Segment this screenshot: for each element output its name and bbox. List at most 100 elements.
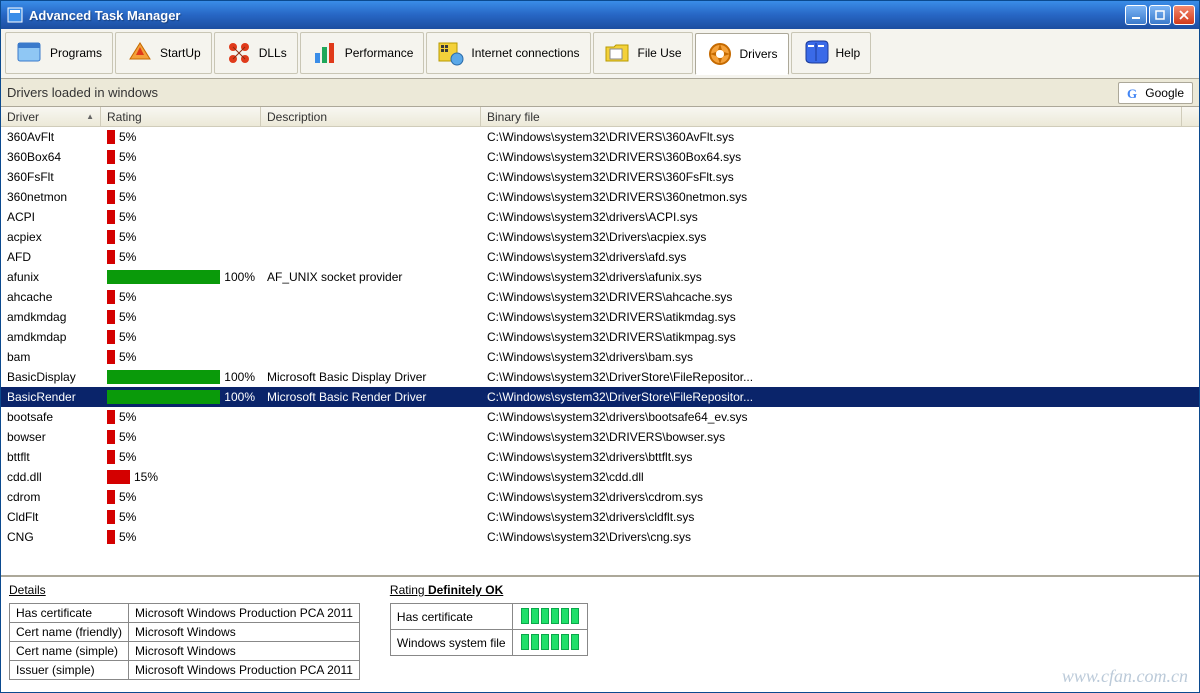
cell-driver: ACPI xyxy=(1,210,101,224)
cell-rating: 100% xyxy=(101,370,261,384)
table-row[interactable]: acpiex5% C:\Windows\system32\Drivers\acpi… xyxy=(1,227,1199,247)
table-row[interactable]: BasicDisplay100%Microsoft Basic Display … xyxy=(1,367,1199,387)
cell-rating: 5% xyxy=(101,530,261,544)
cell-binary: C:\Windows\system32\DriverStore\FileRepo… xyxy=(481,390,1199,404)
table-row[interactable]: cdd.dll15%C:\Windows\system32\cdd.dll xyxy=(1,467,1199,487)
cell-binary: C:\Windows\system32\drivers\afunix.sys xyxy=(481,270,1199,284)
table-row[interactable]: amdkmdap5%C:\Windows\system32\DRIVERS\at… xyxy=(1,327,1199,347)
cell-driver: amdkmdap xyxy=(1,330,101,344)
cell-binary: C:\Windows\system32\DRIVERS\360AvFlt.sys xyxy=(481,130,1199,144)
table-row[interactable]: AFD5%C:\Windows\system32\drivers\afd.sys xyxy=(1,247,1199,267)
rating-table: Has certificateWindows system file xyxy=(390,603,588,656)
cell-driver: 360Box64 xyxy=(1,150,101,164)
google-icon: G xyxy=(1127,86,1141,100)
cell-binary: C:\Windows\system32\drivers\bttflt.sys xyxy=(481,450,1199,464)
cell-binary: C:\Windows\system32\DRIVERS\atikmpag.sys xyxy=(481,330,1199,344)
column-driver[interactable]: Driver▲ xyxy=(1,107,101,126)
cell-driver: acpiex xyxy=(1,230,101,244)
cell-driver: afunix xyxy=(1,270,101,284)
tab-dlls[interactable]: DLLs xyxy=(214,32,298,74)
cell-binary: C:\Windows\system32\DRIVERS\bowser.sys xyxy=(481,430,1199,444)
programs-icon xyxy=(16,39,44,67)
cell-rating: 5% xyxy=(101,410,261,424)
tab-programs[interactable]: Programs xyxy=(5,32,113,74)
table-row[interactable]: bttflt5% C:\Windows\system32\drivers\bttf… xyxy=(1,447,1199,467)
help-icon xyxy=(802,39,830,67)
cell-rating: 5% xyxy=(101,210,261,224)
details-row: Cert name (simple)Microsoft Windows xyxy=(10,642,360,661)
cell-rating: 5% xyxy=(101,450,261,464)
cell-rating: 5% xyxy=(101,230,261,244)
column-rating[interactable]: Rating xyxy=(101,107,261,126)
close-button[interactable] xyxy=(1173,5,1195,25)
minimize-button[interactable] xyxy=(1125,5,1147,25)
cell-binary: C:\Windows\system32\Drivers\cng.sys xyxy=(481,530,1199,544)
tab-startup[interactable]: StartUp xyxy=(115,32,212,74)
table-row[interactable]: bootsafe5%C:\Windows\system32\drivers\bo… xyxy=(1,407,1199,427)
page-subtitle: Drivers loaded in windows xyxy=(7,85,1118,100)
cell-rating: 5% xyxy=(101,150,261,164)
details-row: Issuer (simple)Microsoft Windows Product… xyxy=(10,661,360,680)
cell-binary: C:\Windows\system32\DRIVERS\360netmon.sy… xyxy=(481,190,1199,204)
performance-icon xyxy=(311,39,339,67)
column-binary[interactable]: Binary file xyxy=(481,107,1182,126)
table-header: Driver▲ Rating Description Binary file xyxy=(1,107,1199,127)
cell-driver: amdkmdag xyxy=(1,310,101,324)
cell-driver: BasicDisplay xyxy=(1,370,101,384)
table-row[interactable]: 360netmon5%C:\Windows\system32\DRIVERS\3… xyxy=(1,187,1199,207)
drivers-icon xyxy=(706,40,734,68)
details-table: Has certificateMicrosoft Windows Product… xyxy=(9,603,360,680)
tab-file-use[interactable]: File Use xyxy=(593,32,693,74)
tab-internet-connections[interactable]: Internet connections xyxy=(426,32,590,74)
cell-rating: 5% xyxy=(101,430,261,444)
table-row[interactable]: bowser5%C:\Windows\system32\DRIVERS\bows… xyxy=(1,427,1199,447)
cell-binary: C:\Windows\system32\DRIVERS\360FsFlt.sys xyxy=(481,170,1199,184)
table-row[interactable]: 360FsFlt5%C:\Windows\system32\DRIVERS\36… xyxy=(1,167,1199,187)
dlls-icon xyxy=(225,39,253,67)
cell-binary: C:\Windows\system32\drivers\afd.sys xyxy=(481,250,1199,264)
cell-driver: bttflt xyxy=(1,450,101,464)
table-row[interactable]: CNG5% C:\Windows\system32\Drivers\cng.sys xyxy=(1,527,1199,547)
cell-rating: 5% xyxy=(101,310,261,324)
cell-driver: 360FsFlt xyxy=(1,170,101,184)
app-window: Advanced Task Manager Programs StartUp D… xyxy=(0,0,1200,693)
column-description[interactable]: Description xyxy=(261,107,481,126)
cell-rating: 15% xyxy=(101,470,261,484)
main-toolbar: Programs StartUp DLLs Performance Intern… xyxy=(1,29,1199,79)
cell-driver: bootsafe xyxy=(1,410,101,424)
cell-binary: C:\Windows\system32\Drivers\acpiex.sys xyxy=(481,230,1199,244)
cell-rating: 5% xyxy=(101,350,261,364)
table-row[interactable]: ACPI5%C:\Windows\system32\drivers\ACPI.s… xyxy=(1,207,1199,227)
table-row[interactable]: cdrom5%C:\Windows\system32\drivers\cdrom… xyxy=(1,487,1199,507)
cell-driver: BasicRender xyxy=(1,390,101,404)
cell-driver: 360netmon xyxy=(1,190,101,204)
google-button[interactable]: G Google xyxy=(1118,82,1193,104)
tab-performance[interactable]: Performance xyxy=(300,32,425,74)
table-row[interactable]: 360Box645%C:\Windows\system32\DRIVERS\36… xyxy=(1,147,1199,167)
table-body[interactable]: 360AvFlt5%C:\Windows\system32\DRIVERS\36… xyxy=(1,127,1199,575)
tab-drivers[interactable]: Drivers xyxy=(695,33,789,75)
table-row[interactable]: afunix100%AF_UNIX socket providerC:\Wind… xyxy=(1,267,1199,287)
cell-rating: 5% xyxy=(101,490,261,504)
app-icon xyxy=(7,7,23,23)
details-pane: Details Has certificateMicrosoft Windows… xyxy=(1,577,1199,692)
table-row[interactable]: 360AvFlt5% C:\Windows\system32\DRIVERS\36… xyxy=(1,127,1199,147)
maximize-button[interactable] xyxy=(1149,5,1171,25)
titlebar[interactable]: Advanced Task Manager xyxy=(1,1,1199,29)
cell-rating: 5% xyxy=(101,130,261,144)
table-row[interactable]: BasicRender100%Microsoft Basic Render Dr… xyxy=(1,387,1199,407)
cell-rating: 5% xyxy=(101,250,261,264)
table-row[interactable]: CldFlt5%C:\Windows\system32\drivers\cldf… xyxy=(1,507,1199,527)
details-row: Has certificateMicrosoft Windows Product… xyxy=(10,604,360,623)
cell-binary: C:\Windows\system32\drivers\cdrom.sys xyxy=(481,490,1199,504)
tab-help[interactable]: Help xyxy=(791,32,872,74)
cell-rating: 5% xyxy=(101,290,261,304)
table-row[interactable]: bam5%C:\Windows\system32\drivers\bam.sys xyxy=(1,347,1199,367)
cell-driver: 360AvFlt xyxy=(1,130,101,144)
cell-description: AF_UNIX socket provider xyxy=(261,270,481,284)
cell-driver: CldFlt xyxy=(1,510,101,524)
cell-rating: 100% xyxy=(101,270,261,284)
table-row[interactable]: ahcache5%C:\Windows\system32\DRIVERS\ahc… xyxy=(1,287,1199,307)
table-row[interactable]: amdkmdag5%C:\Windows\system32\DRIVERS\at… xyxy=(1,307,1199,327)
cell-driver: CNG xyxy=(1,530,101,544)
